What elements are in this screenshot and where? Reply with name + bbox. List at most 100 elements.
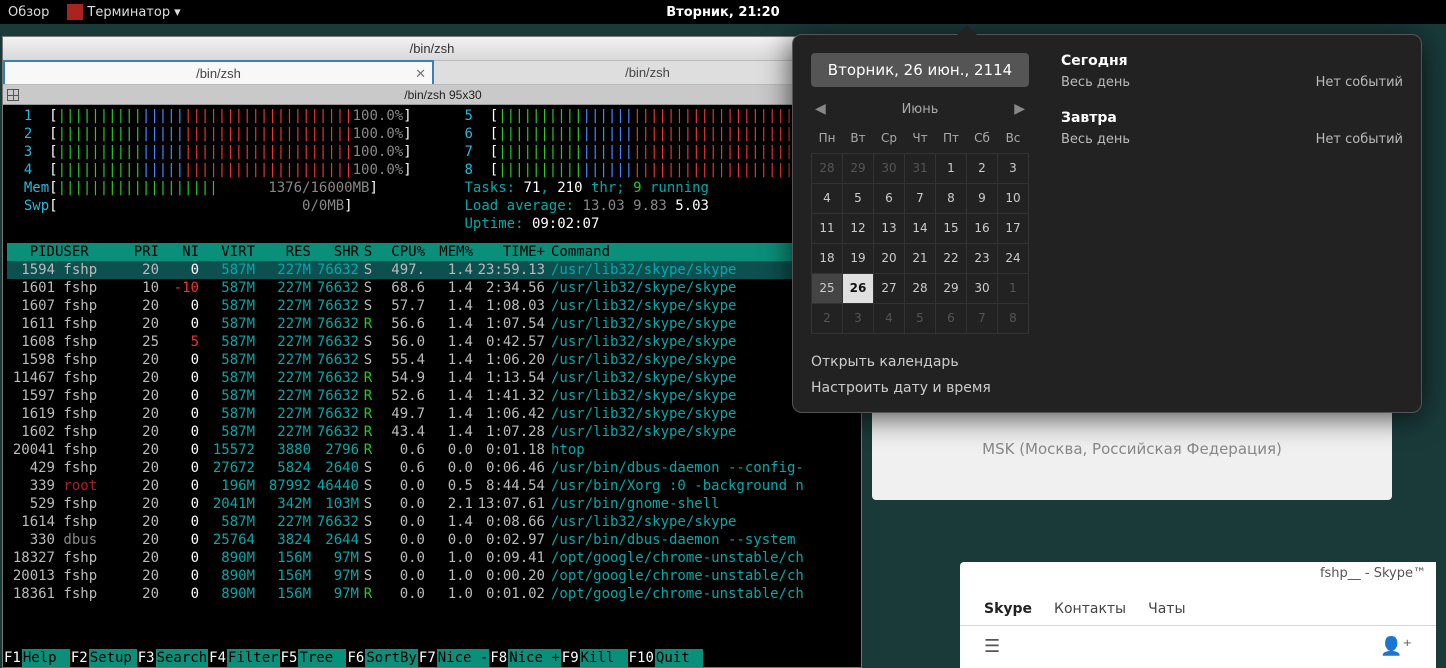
fn-label: Tree xyxy=(298,649,346,667)
skype-window-title: fshp__ - Skype™ xyxy=(960,562,1436,581)
chevron-down-icon: ▾ xyxy=(174,5,181,20)
skype-menu-skype[interactable]: Skype xyxy=(984,601,1032,617)
calendar-dow: Вт xyxy=(843,123,874,153)
fn-label: Setup xyxy=(89,649,137,667)
fn-label: Search xyxy=(156,649,209,667)
calendar-day[interactable]: 23 xyxy=(967,243,998,273)
fn-label: SortBy xyxy=(365,649,418,667)
window-title: /bin/zsh xyxy=(410,41,455,56)
calendar-day[interactable]: 6 xyxy=(936,303,967,333)
calendar-day[interactable]: 28 xyxy=(905,273,936,303)
calendar-day[interactable]: 5 xyxy=(905,303,936,333)
terminal-window: /bin/zsh ✕ /bin/zsh ✕ /bin/zsh /bin/zsh … xyxy=(2,36,862,668)
open-calendar-link[interactable]: Открыть календарь xyxy=(811,354,1029,370)
calendar-day[interactable]: 8 xyxy=(936,183,967,213)
htop-output[interactable]: 1 [|||||||||||||||||||||||||||||||||||10… xyxy=(3,105,861,649)
calendar-day[interactable]: 1 xyxy=(936,153,967,183)
calendar-day[interactable]: 4 xyxy=(874,303,905,333)
split-icon[interactable] xyxy=(7,89,19,101)
fn-key[interactable]: F8 xyxy=(489,649,508,667)
calendar-day[interactable]: 16 xyxy=(967,213,998,243)
terminal-tab[interactable]: /bin/zsh ✕ xyxy=(3,60,434,84)
no-events-label: Нет событий xyxy=(1316,75,1403,90)
close-tab-icon[interactable]: ✕ xyxy=(415,62,426,86)
fn-label: Nice - xyxy=(437,649,490,667)
fn-key[interactable]: F5 xyxy=(280,649,299,667)
calendar-grid: ПнВтСрЧтПтСбВс 2829303112345678910111213… xyxy=(811,123,1029,334)
calendar-day[interactable]: 3 xyxy=(843,303,874,333)
calendar-dow: Ср xyxy=(874,123,905,153)
calendar-day[interactable]: 2 xyxy=(812,303,843,333)
calendar-day[interactable]: 25 xyxy=(812,273,843,303)
datetime-settings-link[interactable]: Настроить дату и время xyxy=(811,380,1029,396)
app-menu[interactable]: Терминатор ▾ xyxy=(61,4,186,20)
calendar-day[interactable]: 31 xyxy=(905,153,936,183)
fn-key[interactable]: F2 xyxy=(70,649,89,667)
fn-label: Help xyxy=(22,649,70,667)
calendar-day[interactable]: 19 xyxy=(843,243,874,273)
calendar-day[interactable]: 14 xyxy=(905,213,936,243)
app-menu-label: Терминатор xyxy=(87,5,170,20)
calendar-day[interactable]: 18 xyxy=(812,243,843,273)
calendar-day[interactable]: 17 xyxy=(998,213,1029,243)
fn-key[interactable]: F3 xyxy=(137,649,156,667)
calendar-day[interactable]: 28 xyxy=(812,153,843,183)
terminal-status-bar: /bin/zsh 95x30 xyxy=(3,85,861,105)
calendar-day[interactable]: 8 xyxy=(998,303,1029,333)
list-icon[interactable]: ☰ xyxy=(984,636,1000,657)
calendar-day[interactable]: 1 xyxy=(998,273,1029,303)
terminator-icon xyxy=(67,4,83,20)
skype-menu-contacts[interactable]: Контакты xyxy=(1054,601,1126,617)
calendar-date-title: Вторник, 26 июн., 2114 xyxy=(811,53,1029,87)
fn-key[interactable]: F4 xyxy=(208,649,227,667)
calendar-dow: Чт xyxy=(905,123,936,153)
fn-key[interactable]: F7 xyxy=(418,649,437,667)
fn-key[interactable]: F9 xyxy=(561,649,580,667)
calendar-day[interactable]: 5 xyxy=(843,183,874,213)
calendar-day[interactable]: 22 xyxy=(936,243,967,273)
calendar-day[interactable]: 4 xyxy=(812,183,843,213)
calendar-day[interactable]: 27 xyxy=(874,273,905,303)
calendar-day[interactable]: 21 xyxy=(905,243,936,273)
htop-function-bar: F1HelpF2SetupF3SearchF4FilterF5TreeF6Sor… xyxy=(3,649,861,667)
calendar-day[interactable]: 26 xyxy=(843,273,874,303)
no-events-label: Нет событий xyxy=(1316,132,1403,147)
calendar-day[interactable]: 6 xyxy=(874,183,905,213)
timezone-label: MSK (Москва, Российская Федерация) xyxy=(982,440,1282,458)
calendar-day[interactable]: 10 xyxy=(998,183,1029,213)
calendar-day[interactable]: 11 xyxy=(812,213,843,243)
calendar-day[interactable]: 2 xyxy=(967,153,998,183)
fn-label: Quit xyxy=(655,649,703,667)
tab-label: /bin/zsh xyxy=(196,66,241,81)
calendar-day[interactable]: 29 xyxy=(936,273,967,303)
terminal-status-label: /bin/zsh 95x30 xyxy=(25,85,861,105)
fn-key[interactable]: F6 xyxy=(346,649,365,667)
top-bar: Обзор Терминатор ▾ Вторник, 21:20 xyxy=(0,0,1446,24)
calendar-day[interactable]: 20 xyxy=(874,243,905,273)
window-titlebar[interactable]: /bin/zsh ✕ xyxy=(3,37,861,61)
calendar-next-icon[interactable]: ▶ xyxy=(1010,101,1029,117)
calendar-day[interactable]: 30 xyxy=(967,273,998,303)
today-heading: Сегодня xyxy=(1061,53,1403,69)
activities-button[interactable]: Обзор xyxy=(8,5,49,20)
calendar-prev-icon[interactable]: ◀ xyxy=(811,101,830,117)
calendar-day[interactable]: 3 xyxy=(998,153,1029,183)
calendar-dow: Вс xyxy=(998,123,1029,153)
skype-menu-chats[interactable]: Чаты xyxy=(1148,601,1185,617)
calendar-dow: Сб xyxy=(967,123,998,153)
clock[interactable]: Вторник, 21:20 xyxy=(666,5,779,20)
calendar-day[interactable]: 7 xyxy=(905,183,936,213)
calendar-day[interactable]: 9 xyxy=(967,183,998,213)
calendar-day[interactable]: 7 xyxy=(967,303,998,333)
all-day-label: Весь день xyxy=(1061,132,1130,147)
calendar-day[interactable]: 30 xyxy=(874,153,905,183)
calendar-day[interactable]: 13 xyxy=(874,213,905,243)
calendar-day[interactable]: 12 xyxy=(843,213,874,243)
add-contact-icon[interactable]: 👤⁺ xyxy=(1380,636,1412,657)
calendar-day[interactable]: 24 xyxy=(998,243,1029,273)
skype-window: fshp__ - Skype™ Skype Контакты Чаты ☰ 👤⁺ xyxy=(960,562,1436,668)
calendar-day[interactable]: 29 xyxy=(843,153,874,183)
fn-key[interactable]: F1 xyxy=(3,649,22,667)
fn-key[interactable]: F10 xyxy=(628,649,655,667)
calendar-day[interactable]: 15 xyxy=(936,213,967,243)
